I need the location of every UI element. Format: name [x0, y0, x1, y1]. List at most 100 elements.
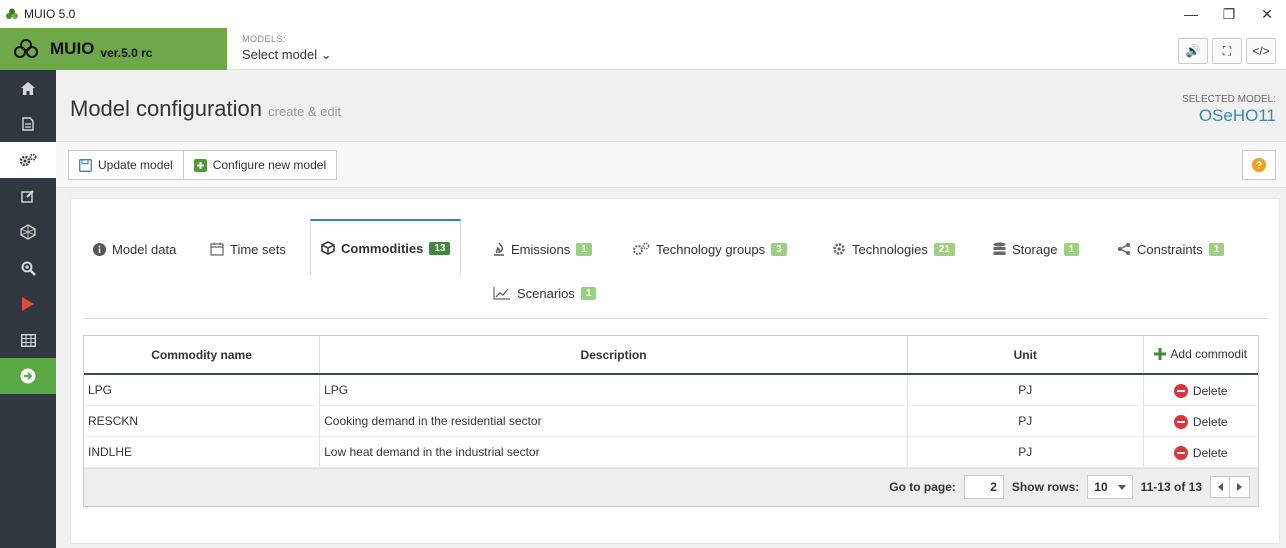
tab-commodities[interactable]: Commodities 13 [310, 219, 462, 275]
delete-button[interactable]: Delete [1143, 405, 1258, 437]
column-header-name[interactable]: Commodity name [84, 336, 321, 375]
tab-label: Technology groups [656, 241, 766, 257]
muio-logo-icon [10, 38, 42, 60]
next-page-button[interactable] [1230, 476, 1250, 498]
sidebar-document-icon[interactable] [0, 106, 56, 142]
tab-storage[interactable]: Storage 1 [983, 223, 1089, 275]
database-icon [993, 242, 1006, 255]
tab-badge: 1 [576, 242, 592, 256]
delete-button[interactable]: Delete [1143, 436, 1258, 468]
sidebar-next-icon[interactable] [0, 358, 56, 394]
models-select[interactable]: Select model ⌄ [242, 47, 332, 63]
update-model-label: Update model [98, 158, 173, 172]
window-titlebar: MUIO 5.0 — ❐ ✕ [0, 0, 1286, 28]
column-header-unit[interactable]: Unit [907, 336, 1144, 375]
tab-badge: 21 [933, 242, 956, 256]
delete-icon [1173, 384, 1188, 399]
commodity-name[interactable]: RESCKN [84, 405, 321, 437]
delete-label: Delete [1192, 384, 1228, 399]
tab-scenarios[interactable]: Scenarios 1 [483, 267, 606, 319]
app-header: MUIO ver.5.0 rc MODELS: Select model ⌄ 🔊… [0, 28, 1286, 70]
commodity-unit[interactable]: PJ [907, 436, 1144, 468]
page-header: Model configuration create & edit SELECT… [56, 70, 1286, 142]
sidebar-edit-icon[interactable] [0, 178, 56, 214]
sidebar-zoom-icon[interactable] [0, 250, 56, 286]
help-button[interactable]: ? [1242, 150, 1276, 180]
sidebar-network-icon[interactable] [0, 214, 56, 250]
update-model-button[interactable]: Update model [68, 150, 184, 180]
brand-name: MUIO [50, 39, 95, 58]
add-commodity-label: Add commodit [1170, 346, 1248, 361]
brand[interactable]: MUIO ver.5.0 rc [0, 28, 227, 70]
tab-badge: 1 [580, 286, 597, 300]
selected-model: SELECTED MODEL: OSeHO11 [1182, 94, 1276, 126]
sidebar-table-icon[interactable] [0, 322, 56, 358]
share-icon [1118, 243, 1130, 255]
commodity-unit[interactable]: PJ [907, 405, 1144, 437]
delete-icon [1173, 415, 1188, 429]
model-selector[interactable]: MODELS: Select model ⌄ [242, 34, 332, 63]
tab-label: Storage [1012, 241, 1058, 257]
gear-icon [833, 243, 845, 255]
sidebar-home-icon[interactable] [0, 70, 56, 106]
commodity-description[interactable]: Cooking demand in the residential sector [319, 405, 908, 437]
goto-page-input[interactable]: 2 [963, 475, 1004, 499]
plus-icon [1154, 347, 1167, 360]
page-title-text: Model configuration [70, 96, 263, 121]
chevron-right-icon [1237, 483, 1242, 491]
commodities-grid: Commodity name Description Unit Add comm… [83, 335, 1259, 507]
close-button[interactable]: ✕ [1248, 0, 1286, 28]
delete-label: Delete [1192, 415, 1228, 429]
add-commodity-button[interactable]: Add commodit [1143, 336, 1258, 375]
show-rows-select[interactable]: 10 [1087, 475, 1133, 499]
tab-time-sets[interactable]: Time sets [200, 223, 296, 275]
tab-technologies[interactable]: Technologies 21 [822, 223, 965, 275]
commodity-unit[interactable]: PJ [907, 374, 1144, 406]
config-panel: Model data Time sets Commodities 13 Emis… [70, 198, 1280, 544]
commodity-name[interactable]: INDLHE [84, 436, 321, 468]
commodity-description[interactable]: Low heat demand in the industrial sector [319, 436, 908, 468]
table-row[interactable]: INDLHE Low heat demand in the industrial… [84, 436, 1258, 468]
caret-down-icon [1117, 484, 1126, 490]
tab-label: Emissions [511, 241, 571, 257]
tab-label: Technologies [852, 241, 928, 257]
tab-label: Constraints [1137, 241, 1203, 257]
delete-button[interactable]: Delete [1143, 374, 1258, 406]
help-icon: ? [1252, 158, 1266, 172]
page-subtitle: create & edit [268, 104, 342, 119]
table-row[interactable]: RESCKN Cooking demand in the residential… [84, 405, 1258, 437]
commodity-name[interactable]: LPG [84, 374, 321, 406]
fullscreen-icon[interactable]: ⛶ [1212, 38, 1242, 64]
config-tabs: Model data Time sets Commodities 13 Emis… [83, 199, 1269, 319]
toolbar: Update model Configure new model ? [56, 142, 1286, 188]
sidebar [0, 70, 56, 548]
configure-new-model-button[interactable]: Configure new model [183, 150, 338, 180]
prev-page-button[interactable] [1210, 476, 1230, 498]
tab-badge: 1 [1063, 242, 1080, 256]
tab-label: Time sets [230, 241, 286, 257]
tab-badge: 1 [1208, 242, 1225, 256]
commodity-description[interactable]: LPG [319, 374, 908, 406]
maximize-button[interactable]: ❐ [1210, 0, 1248, 28]
table-row[interactable]: LPG LPG PJ Delete [84, 374, 1258, 406]
tab-label: Scenarios [517, 285, 575, 301]
show-rows-label: Show rows: [1011, 480, 1080, 494]
tab-label: Model data [112, 241, 177, 257]
minimize-button[interactable]: — [1172, 0, 1210, 28]
plus-square-icon [193, 158, 207, 172]
tab-badge: 13 [429, 241, 451, 255]
sound-icon[interactable]: 🔊 [1178, 38, 1208, 64]
sidebar-config-icon[interactable] [0, 142, 56, 178]
tab-constraints[interactable]: Constraints 1 [1107, 223, 1234, 275]
tab-technology-groups[interactable]: Technology groups 3 [622, 223, 797, 275]
code-icon[interactable]: </> [1246, 38, 1276, 64]
line-chart-icon [493, 287, 510, 300]
page-range: 11-13 of 13 [1140, 480, 1202, 494]
goto-page-label: Go to page: [889, 480, 956, 494]
app-logo-icon [4, 6, 20, 22]
column-header-description[interactable]: Description [319, 336, 908, 375]
selected-model-value: OSeHO11 [1198, 106, 1276, 125]
tab-model-data[interactable]: Model data [83, 223, 186, 275]
gears-icon [633, 242, 650, 255]
sidebar-run-icon[interactable] [0, 286, 56, 322]
